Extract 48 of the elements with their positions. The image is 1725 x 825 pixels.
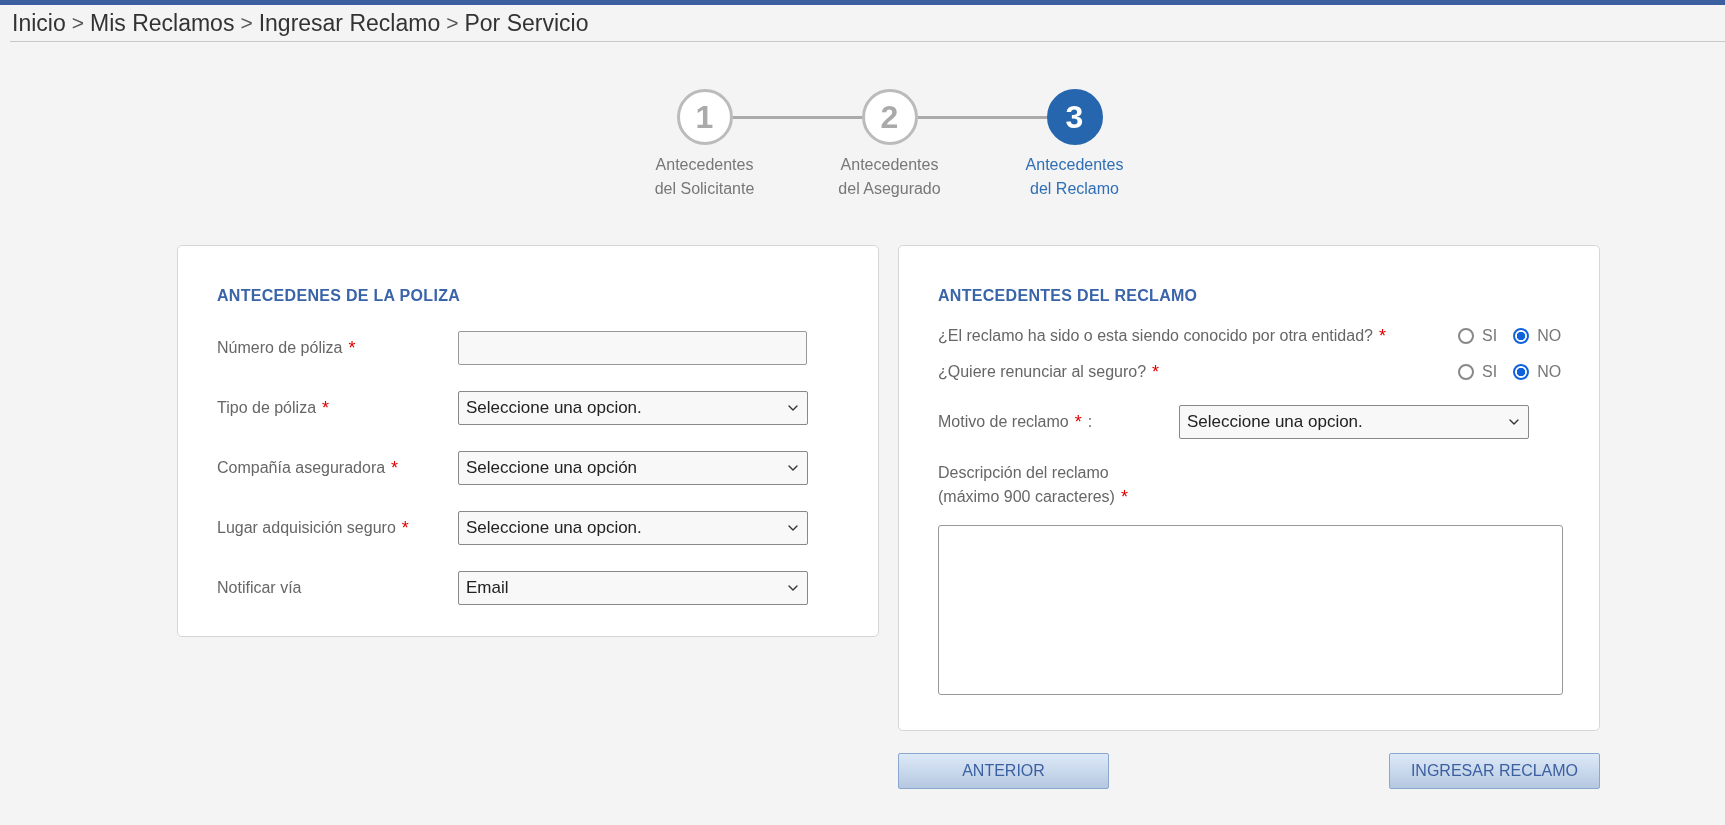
breadcrumb-separator: > (446, 11, 459, 35)
select-field[interactable]: Seleccione una opción (458, 451, 808, 485)
required-asterisk: * (1152, 362, 1160, 382)
select-field[interactable]: Seleccione una opcion. (1179, 405, 1529, 439)
select-field[interactable]: Email (458, 571, 808, 605)
radio-button[interactable] (1513, 328, 1530, 344)
step-circle: 3 (1046, 89, 1103, 145)
breadcrumb-separator: > (71, 11, 84, 35)
breadcrumb-link[interactable]: Inicio (12, 9, 66, 37)
required-asterisk: * (348, 338, 356, 358)
breadcrumb-separator: > (240, 11, 253, 35)
required-asterisk: * (1120, 487, 1128, 507)
back-button[interactable]: ANTERIOR (898, 753, 1109, 789)
radio-label: NO (1537, 363, 1562, 381)
field-label: Tipo de póliza * (217, 397, 331, 420)
field-label: ¿El reclamo ha sido o esta siendo conocido por otra entidad? * (938, 325, 1387, 348)
field-label: Motivo de reclamo * : (938, 411, 1094, 434)
step-label: Antecedentes del Asegurado (837, 155, 942, 199)
panel-heading: ANTECEDENES DE LA POLIZA (217, 287, 462, 305)
field-label: Descripción del reclamo (máximo 900 caracteres) * (938, 463, 1129, 509)
radio-button[interactable] (1458, 328, 1474, 344)
breadcrumb-link[interactable]: Por Servicio (464, 9, 589, 37)
field-label: Compañía aseguradora * (217, 457, 400, 480)
radio-button[interactable] (1513, 364, 1530, 380)
step-circle: 2 (861, 89, 918, 145)
breadcrumb-link[interactable]: Ingresar Reclamo (258, 9, 441, 37)
required-asterisk: * (401, 518, 409, 538)
step-label: Antecedentes del Reclamo (1024, 155, 1125, 199)
select-field[interactable]: Seleccione una opcion. (458, 511, 808, 545)
required-asterisk: * (1074, 412, 1082, 432)
radio-label: SI (1482, 363, 1498, 381)
step-label: Antecedentes del Solicitante (653, 155, 756, 199)
field-label: Número de póliza * (217, 337, 357, 360)
required-asterisk: * (322, 398, 330, 418)
panel-heading: ANTECEDENTES DEL RECLAMO (938, 287, 1199, 305)
input-field[interactable] (458, 331, 807, 365)
radio-label: SI (1482, 327, 1498, 345)
field-label: Lugar adquisición seguro * (217, 517, 410, 540)
breadcrumb-link[interactable]: Mis Reclamos (89, 9, 235, 37)
radio-button[interactable] (1458, 364, 1474, 380)
required-asterisk: * (391, 458, 399, 478)
submit-button[interactable]: INGRESAR RECLAMO (1389, 753, 1600, 789)
required-asterisk: * (1378, 326, 1386, 346)
select-field[interactable]: Seleccione una opcion. (458, 391, 808, 425)
step-circle: 1 (676, 89, 733, 145)
field-label: Notificar vía (217, 578, 303, 598)
field-label: ¿Quiere renunciar al seguro? * (938, 361, 1161, 384)
radio-label: NO (1537, 327, 1562, 345)
